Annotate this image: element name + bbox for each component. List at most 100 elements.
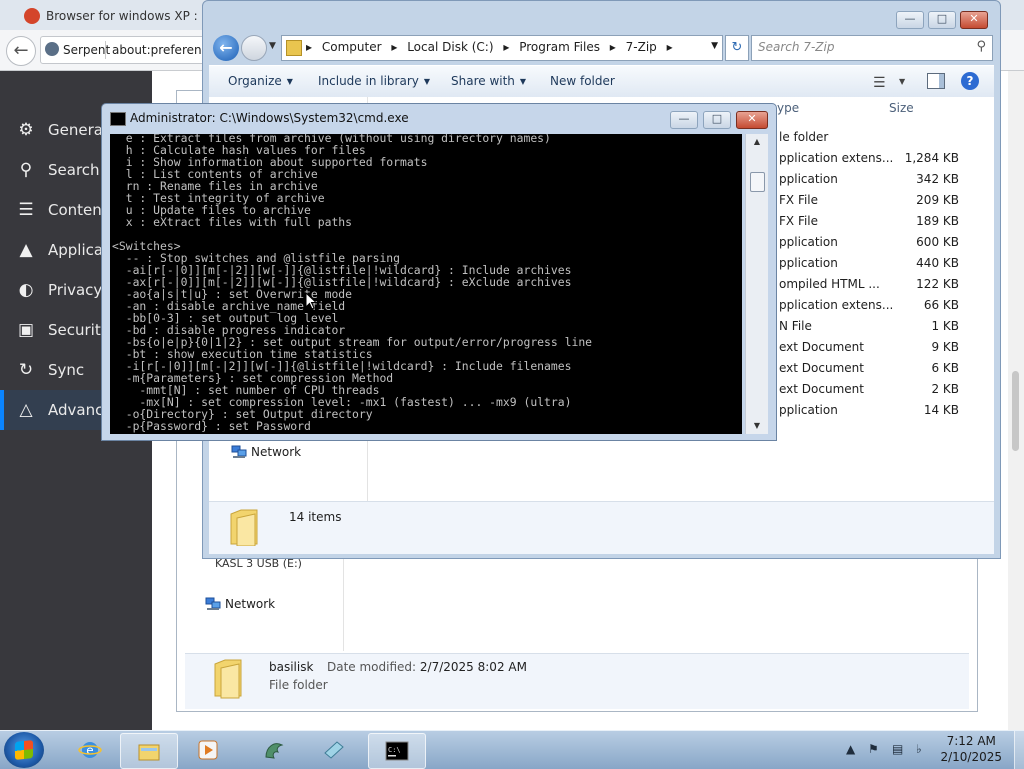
taskbar-notepad[interactable] bbox=[306, 733, 362, 767]
clock-date: 2/10/2025 bbox=[940, 750, 1002, 764]
scroll-up-icon[interactable]: ▲ bbox=[746, 134, 768, 150]
recent-pages-dropdown[interactable]: ▼ bbox=[269, 41, 276, 51]
share-with-button[interactable]: Share with ▼ bbox=[451, 74, 526, 88]
internet-explorer-icon: e bbox=[78, 742, 102, 758]
row-type: ext Document bbox=[779, 382, 864, 396]
basilisk-icon bbox=[265, 743, 284, 759]
page-scrollbar[interactable] bbox=[1008, 71, 1024, 730]
minimize-button[interactable]: — bbox=[670, 111, 698, 129]
view-options-icon[interactable]: ☰ bbox=[873, 75, 886, 91]
search-icon: ⚲ bbox=[19, 160, 33, 180]
row-size: 342 KB bbox=[916, 172, 959, 186]
table-row[interactable]: pplication 440 KB bbox=[779, 253, 989, 274]
lock-icon: ▣ bbox=[17, 320, 35, 340]
refresh-icon[interactable]: ↻ bbox=[725, 35, 749, 61]
row-type: le folder bbox=[779, 130, 829, 144]
row-type: pplication bbox=[779, 256, 838, 270]
breadcrumb-program-files[interactable]: Program Files bbox=[519, 40, 600, 54]
table-row[interactable]: pplication 14 KB bbox=[779, 400, 989, 421]
maximize-button[interactable]: □ bbox=[928, 11, 956, 29]
taskbar-basilisk[interactable] bbox=[246, 733, 302, 767]
nav-item-network[interactable]: Network bbox=[225, 597, 275, 611]
close-button[interactable]: ✕ bbox=[736, 111, 768, 129]
breadcrumb-sep: ▸ bbox=[666, 40, 673, 54]
site-label: Serpent bbox=[63, 43, 111, 57]
search-placeholder: Search 7-Zip bbox=[758, 40, 835, 54]
console-output[interactable]: e : Extract files from archive (without … bbox=[110, 134, 742, 434]
new-folder-button[interactable]: New folder bbox=[550, 74, 615, 88]
chevron-down-icon: ▼ bbox=[519, 77, 527, 86]
action-center-flag-icon[interactable]: ⚑ bbox=[868, 742, 879, 756]
table-row[interactable]: pplication 342 KB bbox=[779, 169, 989, 190]
row-type: FX File bbox=[779, 193, 819, 207]
table-row[interactable]: N File 1 KB bbox=[779, 316, 989, 337]
breadcrumb-local-disk[interactable]: Local Disk (C:) bbox=[407, 40, 493, 54]
taskbar-cmd[interactable]: C:\ bbox=[368, 733, 426, 769]
scrollbar-thumb[interactable] bbox=[1012, 371, 1019, 451]
search-input[interactable]: Search 7-Zip ⚲ bbox=[751, 35, 993, 61]
column-header-type[interactable]: ype bbox=[777, 101, 799, 115]
table-row[interactable]: ompiled HTML ... 122 KB bbox=[779, 274, 989, 295]
console-line: x : eXtract files with full paths bbox=[112, 215, 353, 229]
network-status-icon[interactable]: ▤ bbox=[892, 742, 903, 756]
forward-button[interactable] bbox=[241, 35, 267, 61]
row-size: 1,284 KB bbox=[904, 151, 959, 165]
sidebar-item-label: General bbox=[48, 121, 108, 139]
table-row[interactable]: FX File 209 KB bbox=[779, 190, 989, 211]
browser-logo-icon bbox=[24, 8, 40, 24]
taskbar-media-player[interactable] bbox=[180, 733, 236, 767]
sidebar-item-label: Privacy bbox=[48, 281, 103, 299]
clock-time: 7:12 AM bbox=[946, 734, 996, 748]
address-row: ← ▼ ▸ Computer ▸ Local Disk (C:) ▸ Progr… bbox=[209, 33, 994, 63]
volume-muted-icon[interactable]: ♭ bbox=[916, 742, 922, 756]
table-row[interactable]: ext Document 9 KB bbox=[779, 337, 989, 358]
taskbar-internet-explorer[interactable]: e bbox=[62, 733, 118, 767]
chevron-down-icon[interactable]: ▼ bbox=[899, 77, 905, 86]
minimize-button[interactable]: — bbox=[896, 11, 924, 29]
row-type: pplication bbox=[779, 403, 838, 417]
help-icon[interactable]: ? bbox=[961, 72, 979, 90]
column-header-size[interactable]: Size bbox=[889, 101, 914, 115]
sidebar-item-label: Content bbox=[48, 201, 108, 219]
table-row[interactable]: pplication 600 KB bbox=[779, 232, 989, 253]
url-text[interactable]: about:preference bbox=[112, 40, 216, 60]
table-row[interactable]: pplication extens... 66 KB bbox=[779, 295, 989, 316]
maximize-button[interactable]: □ bbox=[703, 111, 731, 129]
show-desktop-button[interactable] bbox=[1014, 731, 1024, 769]
breadcrumb-7zip[interactable]: 7-Zip bbox=[626, 40, 657, 54]
breadcrumb-sep: ▸ bbox=[391, 40, 398, 54]
table-row[interactable]: le folder bbox=[779, 127, 989, 148]
chevron-down-icon[interactable]: ▼ bbox=[711, 41, 718, 51]
taskbar-file-explorer[interactable] bbox=[120, 733, 178, 769]
breadcrumb[interactable]: ▸ Computer ▸ Local Disk (C:) ▸ Program F… bbox=[281, 35, 723, 61]
table-row[interactable]: ext Document 6 KB bbox=[779, 358, 989, 379]
close-button[interactable]: ✕ bbox=[960, 11, 988, 29]
scroll-down-icon[interactable]: ▼ bbox=[746, 418, 768, 434]
sidebar-item-label: Search bbox=[48, 161, 100, 179]
folder-icon bbox=[138, 744, 160, 761]
table-row[interactable]: pplication extens... 1,284 KB bbox=[779, 148, 989, 169]
console-scrollbar[interactable]: ▲ ▼ bbox=[745, 134, 768, 434]
row-size: 189 KB bbox=[916, 214, 959, 228]
back-button[interactable]: ← bbox=[6, 36, 36, 66]
clock[interactable]: 7:12 AM 2/10/2025 bbox=[940, 733, 1002, 765]
row-size: 14 KB bbox=[923, 403, 959, 417]
start-button[interactable] bbox=[4, 732, 44, 768]
include-in-library-button[interactable]: Include in library ▼ bbox=[318, 74, 430, 88]
site-identity[interactable]: Serpent bbox=[45, 40, 110, 60]
table-row[interactable]: FX File 189 KB bbox=[779, 211, 989, 232]
table-row[interactable]: ext Document 2 KB bbox=[779, 379, 989, 400]
breadcrumb-sep: ▸ bbox=[609, 40, 616, 54]
date-modified-value: 2/7/2025 8:02 AM bbox=[419, 660, 527, 674]
sidebar-item-label: Sync bbox=[48, 361, 85, 379]
back-arrow-icon[interactable]: ← bbox=[213, 35, 239, 61]
chevron-down-icon: ▼ bbox=[423, 77, 431, 86]
organize-button[interactable]: Organize ▼ bbox=[228, 74, 293, 88]
breadcrumb-computer[interactable]: Computer bbox=[322, 40, 382, 54]
search-icon[interactable]: ⚲ bbox=[976, 39, 986, 54]
show-hidden-icons-icon[interactable]: ▲ bbox=[846, 742, 855, 756]
nav-item-network[interactable]: Network bbox=[251, 445, 301, 459]
preview-pane-icon[interactable] bbox=[927, 73, 945, 89]
row-type: FX File bbox=[779, 214, 819, 228]
scrollbar-thumb[interactable] bbox=[750, 172, 765, 192]
